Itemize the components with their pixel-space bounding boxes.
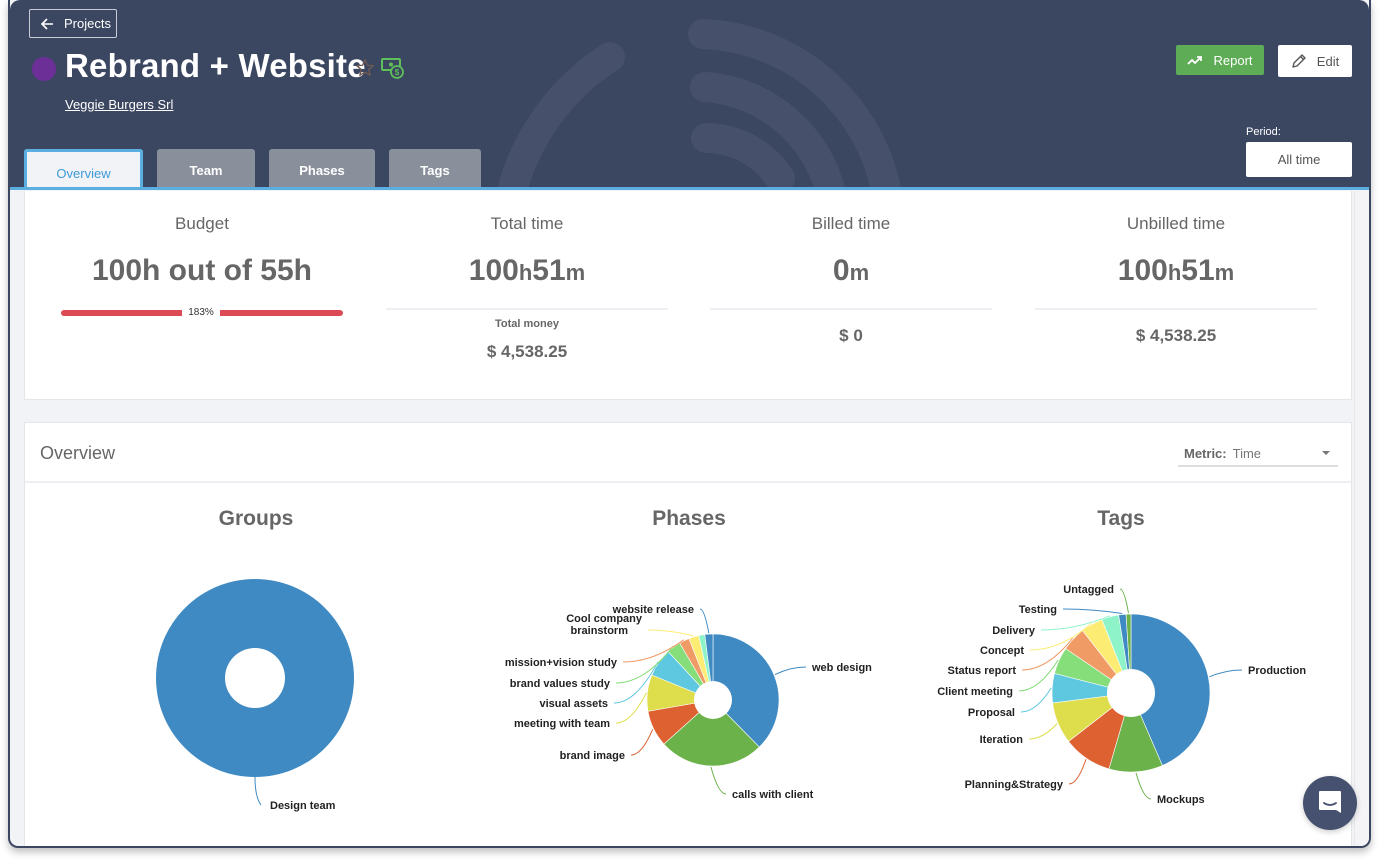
project-title: Rebrand + Website bbox=[65, 47, 366, 84]
pie-slice-label: Status report bbox=[948, 665, 1017, 677]
billed-money-value: $ 0 bbox=[839, 326, 863, 345]
total-money-label: Total money bbox=[495, 318, 559, 330]
trend-chart-icon bbox=[1187, 56, 1203, 65]
divider bbox=[710, 308, 992, 310]
label-connector bbox=[647, 629, 694, 637]
pie-slice-label: Proposal bbox=[968, 707, 1015, 719]
client-link[interactable]: Veggie Burgers Srl bbox=[65, 97, 173, 112]
pie-slice-label: mission+vision study bbox=[505, 657, 618, 669]
pie-slice-label: calls with client bbox=[732, 789, 814, 801]
pie-slice-label: Production bbox=[1248, 665, 1306, 677]
label-connector bbox=[1020, 687, 1052, 713]
budget-value: 100h out of 55h bbox=[91, 254, 313, 287]
total-time-minutes: 51 bbox=[532, 254, 566, 287]
stats-card: Budget 100h out of 55h 183% Total time 1… bbox=[24, 191, 1352, 400]
hours-unit: h bbox=[1167, 260, 1182, 285]
pie-slice-label: Mockups bbox=[1157, 794, 1205, 806]
tab-phases[interactable]: Phases bbox=[269, 149, 375, 188]
arrow-left-icon bbox=[40, 17, 53, 30]
total-time-label: Total time bbox=[490, 214, 564, 233]
app-window: Projects Rebrand + Website $ Veggie Burg… bbox=[8, 0, 1371, 848]
divider bbox=[386, 308, 668, 310]
back-to-projects-button[interactable]: Projects bbox=[29, 9, 117, 38]
label-connector bbox=[1062, 608, 1123, 614]
total-money-value: $ 4,538.25 bbox=[486, 342, 568, 361]
label-connector bbox=[1068, 759, 1087, 785]
pie-charts: Design team web design calls with client br… bbox=[156, 579, 1306, 812]
label-connector bbox=[1135, 772, 1152, 800]
pie-slice-label: visual assets bbox=[540, 698, 609, 710]
pie-slice-label: Concept bbox=[980, 645, 1024, 657]
billable-money-icon: $ bbox=[381, 58, 404, 79]
label-connector bbox=[1209, 669, 1243, 678]
period-select[interactable]: All time bbox=[1246, 142, 1352, 177]
minutes-unit: m bbox=[849, 260, 870, 285]
chat-bubble-icon bbox=[1319, 791, 1341, 813]
unbilled-time-value: 100h51m bbox=[1035, 254, 1317, 288]
billed-time-value: 0m bbox=[710, 254, 992, 288]
budget-label: Budget bbox=[175, 214, 229, 233]
budget-percent-label: 183% bbox=[182, 304, 220, 321]
report-button-label: Report bbox=[1213, 52, 1253, 68]
overview-card: Overview Metric: Time Groups Phases Tags… bbox=[24, 422, 1352, 846]
edit-button-label: Edit bbox=[1316, 53, 1340, 69]
pie-slice-label: website release bbox=[612, 604, 694, 616]
total-time-hours: 100 bbox=[468, 254, 519, 287]
background-logo-decoration bbox=[496, 19, 902, 190]
svg-text:$: $ bbox=[395, 68, 400, 77]
project-header: Projects Rebrand + Website $ Veggie Burg… bbox=[10, 0, 1369, 190]
divider bbox=[1035, 308, 1317, 310]
billed-time-label: Billed time bbox=[811, 214, 891, 233]
tab-tags[interactable]: Tags bbox=[389, 149, 481, 188]
total-time-value: 100h51m bbox=[386, 254, 668, 288]
tab-team[interactable]: Team bbox=[157, 149, 255, 188]
label-connector bbox=[710, 766, 727, 795]
pie-slice-label: meeting with team bbox=[514, 718, 610, 730]
unbilled-money-value: $ 4,538.25 bbox=[1135, 326, 1217, 345]
minutes-unit: m bbox=[565, 260, 586, 285]
minutes-unit: m bbox=[1214, 260, 1235, 285]
pie-slice-label: Delivery bbox=[992, 625, 1036, 637]
pencil-icon bbox=[1292, 54, 1306, 68]
project-color-dot bbox=[32, 57, 56, 81]
pie-slice-label: Client meeting bbox=[937, 686, 1013, 698]
edit-button[interactable]: Edit bbox=[1278, 45, 1352, 77]
period-label: Period: bbox=[1246, 126, 1281, 138]
donut-hole bbox=[225, 648, 285, 708]
project-tabs: Overview Team Phases Tags bbox=[24, 149, 481, 190]
unbilled-time-label: Unbilled time bbox=[1126, 214, 1226, 233]
donut-hole bbox=[694, 681, 732, 719]
label-connector bbox=[254, 776, 262, 806]
label-connector bbox=[630, 729, 654, 756]
pie-slice-label: Iteration bbox=[980, 734, 1024, 746]
unbilled-time-hours: 100 bbox=[1117, 254, 1168, 287]
chat-support-button[interactable] bbox=[1303, 776, 1357, 830]
pie-slice-label: Cool company brainstorm bbox=[566, 613, 643, 637]
back-button-label: Projects bbox=[64, 16, 111, 31]
header-underline bbox=[10, 187, 1369, 190]
label-connector bbox=[774, 666, 807, 676]
budget-progress-bar: 183% bbox=[61, 304, 343, 321]
tab-overview[interactable]: Overview bbox=[24, 149, 143, 190]
donut-hole bbox=[1107, 669, 1155, 717]
pie-slice-label: web design bbox=[811, 662, 872, 674]
hours-unit: h bbox=[518, 260, 533, 285]
scrollbar[interactable] bbox=[1354, 191, 1369, 846]
label-connector bbox=[699, 608, 710, 634]
unbilled-time-minutes: 51 bbox=[1181, 254, 1215, 287]
pie-slice-label: Testing bbox=[1019, 604, 1057, 616]
pie-slice-label: Planning&Strategy bbox=[965, 779, 1064, 791]
pie-slice-label: brand image bbox=[560, 750, 625, 762]
report-button[interactable]: Report bbox=[1176, 45, 1264, 75]
pie-slice-label: Untagged bbox=[1063, 584, 1114, 596]
billed-time-minutes: 0 bbox=[832, 254, 850, 287]
star-icon[interactable] bbox=[354, 57, 376, 79]
label-connector bbox=[1119, 588, 1129, 614]
label-connector bbox=[1028, 723, 1058, 740]
pie-slice-label: Design team bbox=[270, 800, 336, 812]
pie-slice-label: brand values study bbox=[510, 678, 611, 690]
